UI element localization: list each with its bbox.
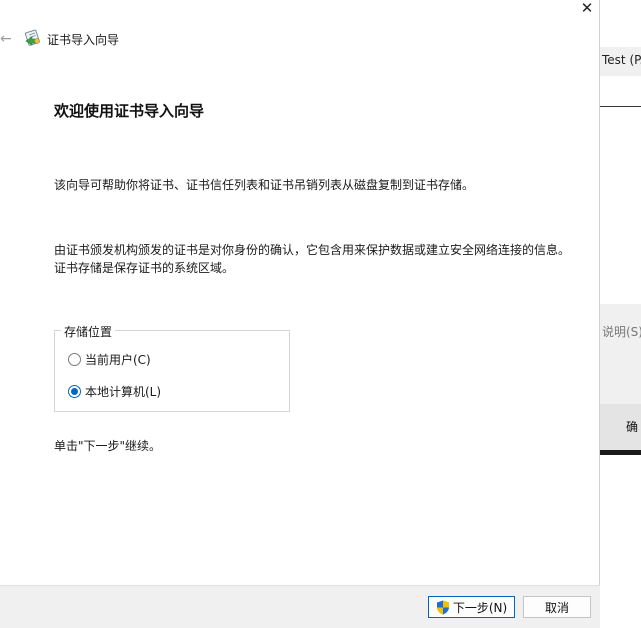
store-location-group: 存储位置 当前用户(C) 本地计算机(L) [54, 323, 290, 412]
wizard-title-bar: ← 证书导入向导 [0, 24, 600, 54]
background-ok-button[interactable]: 确 [626, 418, 638, 435]
next-button[interactable]: 下一步(N) [428, 596, 515, 618]
certificate-import-wizard: ← 证书导入向导 欢迎使用证书导入向导 该向导可帮助你将证书、证书信任列表和证书… [0, 0, 600, 628]
wizard-title: 证书导入向导 [47, 33, 120, 47]
background-lower-area [600, 455, 641, 628]
radio-local-machine[interactable]: 本地计算机(L) [68, 382, 161, 400]
radio-current-user-label[interactable]: 当前用户(C) [85, 351, 151, 368]
radio-local-machine-label[interactable]: 本地计算机(L) [85, 383, 161, 400]
next-button-label: 下一步(N) [452, 600, 508, 615]
background-column-header: Test (P... [602, 53, 641, 67]
certificate-icon [24, 29, 40, 46]
background-description-label: 说明(S) [602, 325, 641, 339]
description-paragraph: 由证书颁发机构颁发的证书是对你身份的确认，它包含用来保护数据或建立安全网络连接的… [54, 243, 571, 275]
page-title: 欢迎使用证书导入向导 [54, 102, 205, 120]
background-divider [600, 106, 641, 107]
back-arrow-icon[interactable]: ← [0, 31, 12, 47]
background-window-header [600, 0, 641, 47]
radio-local-machine-circle[interactable] [68, 384, 81, 398]
background-window: Test (P... 说明(S) 确 [600, 0, 641, 628]
cancel-button[interactable]: 取消 [523, 596, 591, 618]
background-list-panel [600, 76, 641, 304]
close-icon[interactable]: ✕ [574, 0, 600, 17]
continue-hint: 单击"下一步"继续。 [54, 439, 162, 453]
radio-current-user-circle[interactable] [68, 352, 81, 366]
intro-paragraph: 该向导可帮助你将证书、证书信任列表和证书吊销列表从磁盘复制到证书存储。 [54, 178, 475, 192]
uac-shield-icon [436, 600, 449, 614]
wizard-footer: 下一步(N) 取消 [0, 585, 600, 628]
radio-current-user[interactable]: 当前用户(C) [68, 350, 151, 368]
store-location-legend: 存储位置 [61, 323, 116, 340]
